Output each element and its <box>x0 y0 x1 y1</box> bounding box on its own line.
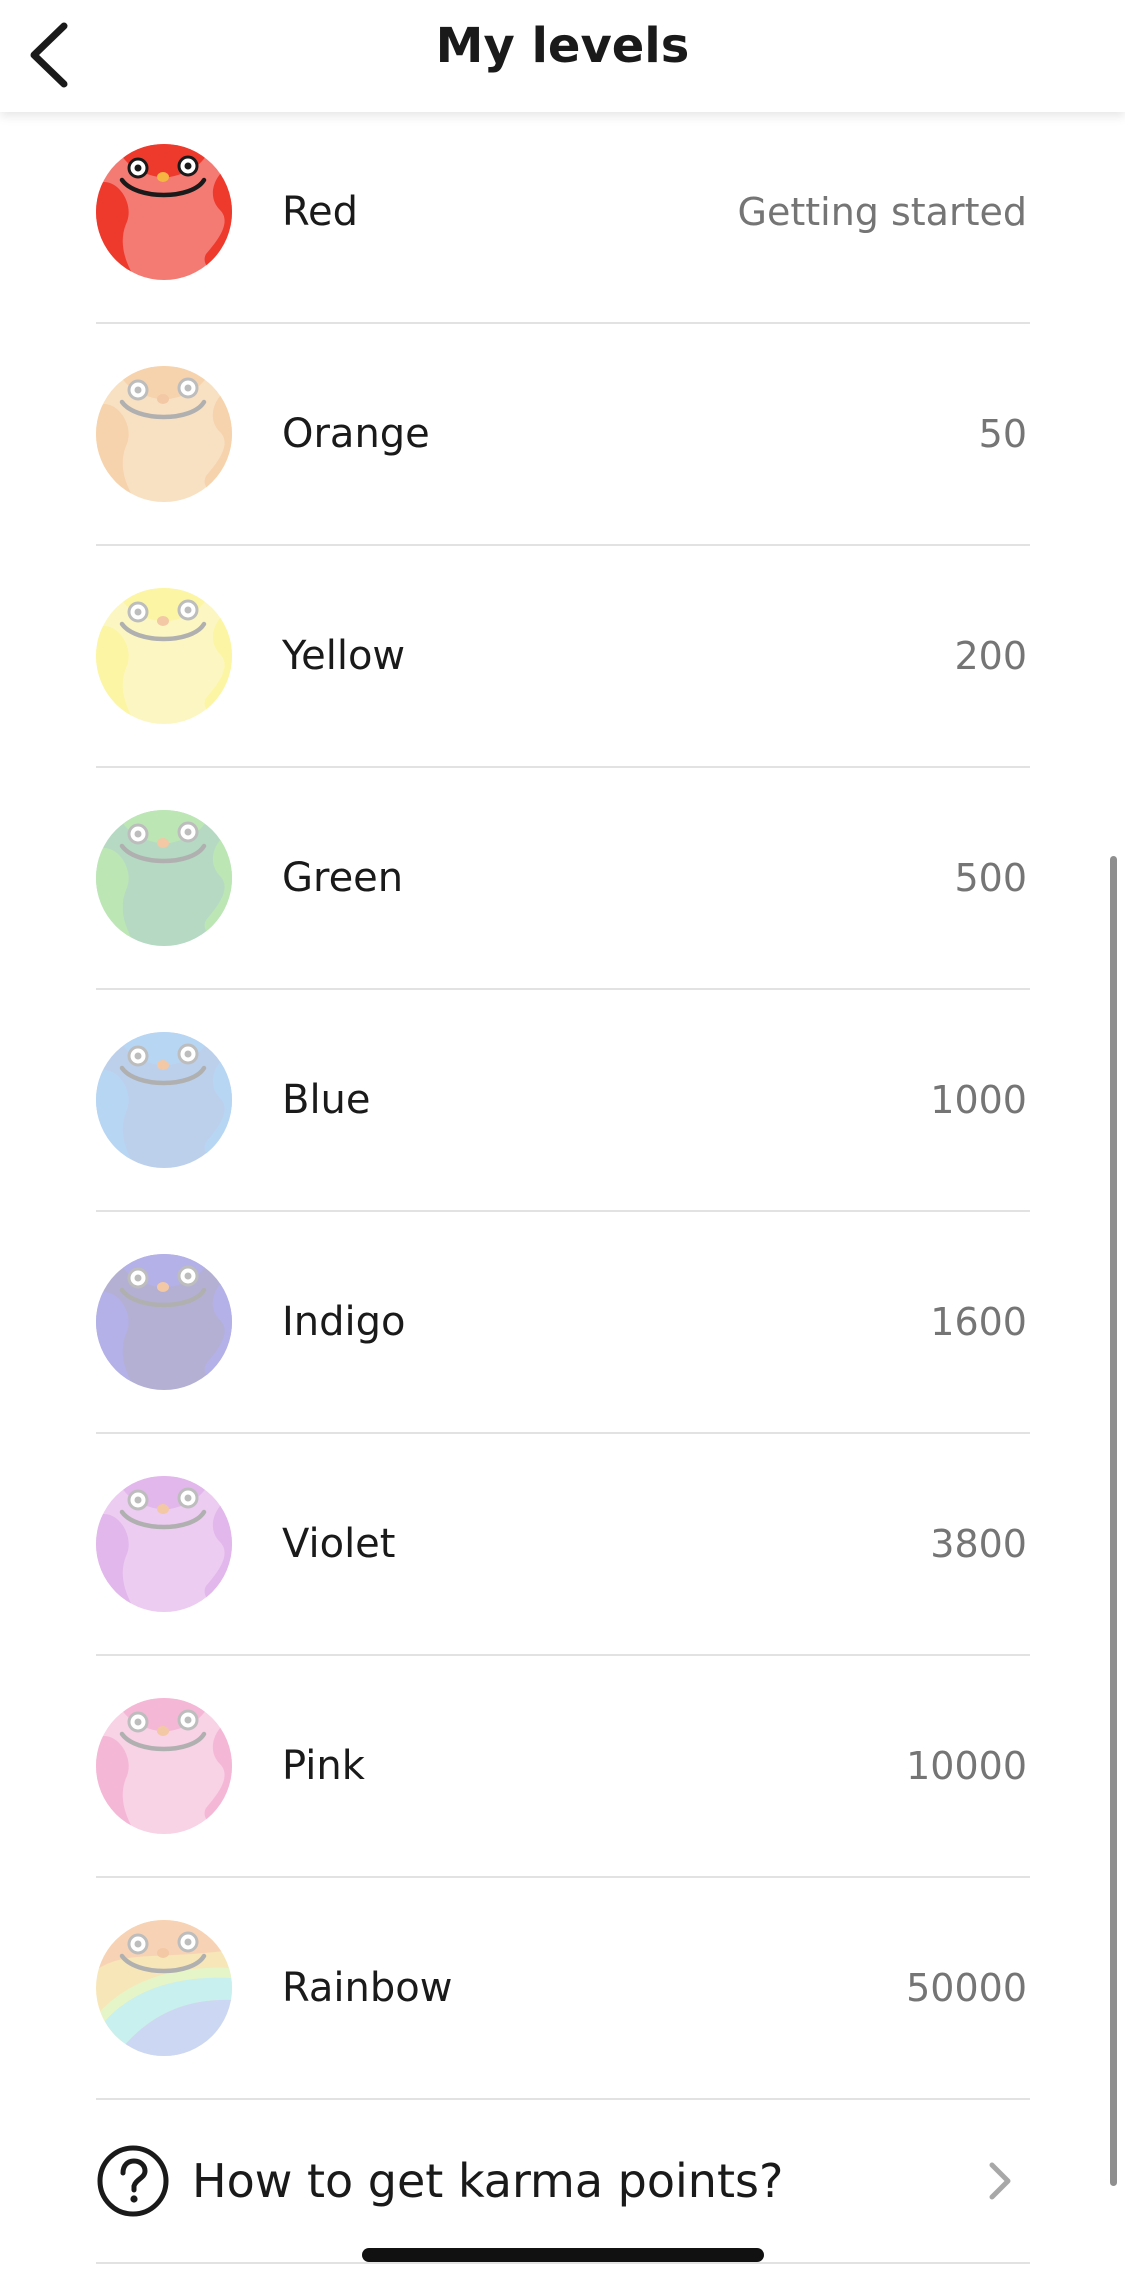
level-row-red: Red Getting started <box>96 102 1030 324</box>
level-threshold: 50000 <box>906 1966 1027 2010</box>
level-row-orange: Orange 50 <box>96 324 1030 546</box>
level-threshold: 1600 <box>930 1300 1027 1344</box>
level-row-pink: Pink 10000 <box>96 1656 1030 1878</box>
level-row-indigo: Indigo 1600 <box>96 1212 1030 1434</box>
level-name: Pink <box>282 1743 365 1789</box>
level-name: Violet <box>282 1521 396 1567</box>
level-avatar-icon <box>96 1920 232 2056</box>
level-threshold: 10000 <box>906 1744 1027 1788</box>
level-avatar-icon <box>96 1476 232 1612</box>
home-indicator <box>362 2248 764 2262</box>
level-avatar-icon <box>96 588 232 724</box>
level-name: Blue <box>282 1077 371 1123</box>
scrollbar[interactable] <box>1110 856 1117 2186</box>
karma-points-help-button[interactable]: How to get karma points? <box>96 2100 1030 2264</box>
my-levels-screen: My levels Red Getting started Orange 50 … <box>0 0 1125 2284</box>
level-name: Indigo <box>282 1299 406 1345</box>
question-circle-icon <box>97 2145 169 2217</box>
level-name: Orange <box>282 411 430 457</box>
help-label: How to get karma points? <box>192 2154 784 2208</box>
level-threshold: 3800 <box>930 1522 1027 1566</box>
level-avatar-icon <box>96 810 232 946</box>
level-row-rainbow: Rainbow 50000 <box>96 1878 1030 2100</box>
level-name: Yellow <box>282 633 406 679</box>
level-avatar-icon <box>96 1032 232 1168</box>
level-avatar-icon <box>96 1698 232 1834</box>
level-threshold: 200 <box>954 634 1027 678</box>
level-threshold: 500 <box>954 856 1027 900</box>
level-threshold: 1000 <box>930 1078 1027 1122</box>
level-row-green: Green 500 <box>96 768 1030 990</box>
level-avatar-icon <box>96 366 232 502</box>
top-bar: My levels <box>0 0 1125 112</box>
level-row-violet: Violet 3800 <box>96 1434 1030 1656</box>
levels-list: Red Getting started Orange 50 Yellow 200… <box>96 102 1030 2264</box>
level-name: Rainbow <box>282 1965 453 2011</box>
level-row-blue: Blue 1000 <box>96 990 1030 1212</box>
level-avatar-icon <box>96 144 232 280</box>
level-row-yellow: Yellow 200 <box>96 546 1030 768</box>
level-name: Red <box>282 189 358 235</box>
chevron-right-icon <box>989 2162 1011 2200</box>
level-name: Green <box>282 855 404 901</box>
level-threshold: Getting started <box>737 190 1027 234</box>
page-title: My levels <box>435 18 690 74</box>
level-avatar-icon <box>96 1254 232 1390</box>
level-threshold: 50 <box>978 412 1027 456</box>
